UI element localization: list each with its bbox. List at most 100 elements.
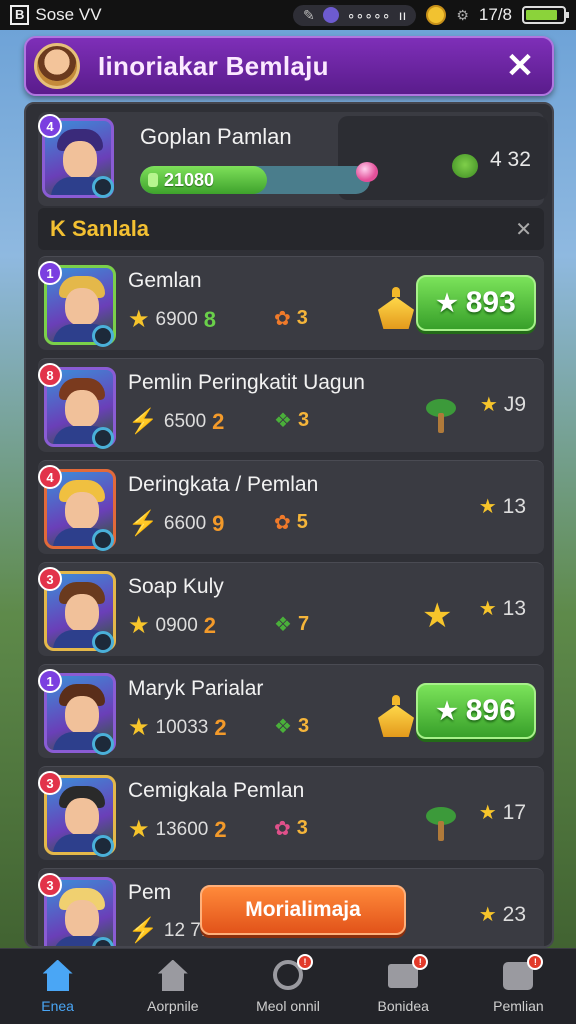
player-score: ★ 13 xyxy=(479,495,526,519)
list-icon: ! xyxy=(501,953,544,992)
leaderboard-row[interactable]: 8 Pemlin Peringkatit Uagun ⚡ 6500 2 ❖ 3 ★… xyxy=(38,358,544,452)
points-stat: ★ 0900 2 xyxy=(128,613,216,639)
player-name: Pemlin Peringkatit Uagun xyxy=(128,371,365,394)
my-progress-bar: 21080 xyxy=(140,166,370,194)
my-name: Goplan Pamlan xyxy=(140,124,292,149)
points-stat: ★ 13600 2 xyxy=(128,817,227,843)
level-value: 2 xyxy=(203,613,217,638)
tree-icon xyxy=(426,399,456,435)
avatar-face xyxy=(65,492,99,530)
avatar-face xyxy=(65,390,99,428)
status-box-icon: B xyxy=(10,5,30,25)
mute-icon: ✎ xyxy=(303,6,315,23)
rank-badge: 3 xyxy=(38,873,62,897)
star-icon: ★ xyxy=(478,904,497,926)
profile-avatar[interactable] xyxy=(34,43,80,89)
nav-item-list[interactable]: ! Pemlian xyxy=(461,949,576,1024)
star-icon: ★ xyxy=(436,289,458,317)
status-pill: ✎ ∘∘∘∘∘ ıı xyxy=(293,4,417,26)
rank-badge: 3 xyxy=(38,567,62,591)
gem-count: 3 xyxy=(297,409,310,431)
player-name: Pem xyxy=(128,881,172,904)
crown-icon xyxy=(378,287,414,331)
star-icon: ★ xyxy=(128,816,150,843)
level-value: 2 xyxy=(212,409,225,434)
nav-item-home[interactable]: Enea xyxy=(0,949,115,1024)
bottom-nav: Enea Aorpnile! Meol onnil! Bonidea! Peml… xyxy=(0,948,576,1024)
leaderboard-row[interactable]: 3 Soap Kuly ★ 0900 2 ❖ 7 ★ ★ 13 xyxy=(38,562,544,656)
settings-icon: ⚙ xyxy=(456,6,469,23)
claim-button[interactable]: ★ 896 xyxy=(416,683,536,739)
player-name: Deringkata / Pemlan xyxy=(128,473,319,496)
gem-stat: ❖ 7 xyxy=(274,613,309,636)
coin-icon xyxy=(426,5,447,25)
nav-label: Aorpnile xyxy=(147,997,199,1014)
gem-count: 3 xyxy=(297,715,310,737)
points-value: 6500 xyxy=(163,411,207,432)
my-rank-badge: 4 xyxy=(38,114,62,138)
my-progress-value: 21080 xyxy=(164,169,215,190)
status-time: 17/8 xyxy=(478,5,512,24)
gem-stat: ✿ 5 xyxy=(274,511,308,534)
leaderboard-row[interactable]: 3 Cemigkala Pemlan ★ 13600 2 ✿ 3 ★ 17 xyxy=(38,766,544,860)
star-icon: ★ xyxy=(128,612,150,639)
progress-dot-icon xyxy=(148,173,158,187)
points-value: 13600 xyxy=(155,819,209,840)
notification-badge: ! xyxy=(297,953,313,970)
nav-item-house[interactable]: Aorpnile xyxy=(115,949,230,1024)
player-score: ★ 23 xyxy=(479,903,526,927)
level-ring xyxy=(92,427,114,449)
close-button[interactable]: ✕ xyxy=(502,47,538,85)
leaderboard-row[interactable]: 1 Maryk Parialar ★ 10033 2 ❖ 3 ★ 896 xyxy=(38,664,544,758)
clock-icon: ! xyxy=(271,953,313,992)
tree-trunk xyxy=(438,413,444,433)
leaderboard-row[interactable]: 1 Gemlan ★ 6900 8 ✿ 3 ★ 893 xyxy=(38,256,544,350)
gem-stat: ✿ 3 xyxy=(274,817,308,840)
player-name: Soap Kuly xyxy=(128,575,224,598)
nav-item-clock[interactable]: ! Meol onnil xyxy=(230,949,345,1024)
avatar-face xyxy=(65,798,99,836)
avatar-face xyxy=(65,594,99,632)
action-button[interactable]: Morialimaja xyxy=(200,885,406,935)
crown-icon xyxy=(378,695,414,739)
rank-badge: 4 xyxy=(38,465,62,489)
leaf-icon: ❖ xyxy=(274,715,292,738)
avatar-face xyxy=(65,900,99,938)
leaderboard-header: Iinoriakar Bemlaju ✕ xyxy=(24,36,554,96)
flower-icon: ✿ xyxy=(274,307,291,330)
nav-label: Pemlian xyxy=(493,997,544,1014)
claim-value: 893 xyxy=(465,286,516,319)
flower-icon: ✿ xyxy=(274,511,291,534)
bolt-icon: ⚡ xyxy=(128,408,158,435)
gem-stat: ❖ 3 xyxy=(274,409,309,432)
leaderboard-row[interactable]: 4 Deringkata / Pemlan ⚡ 6600 9 ✿ 5 ★ 13 xyxy=(38,460,544,554)
gem-icon xyxy=(356,162,378,182)
page-title: Iinoriakar Bemlaju xyxy=(98,50,329,81)
my-level-ring xyxy=(92,176,114,198)
star-icon: ★ xyxy=(478,598,497,620)
home-icon xyxy=(41,959,75,992)
points-value: 0900 xyxy=(155,615,198,636)
score-value: J9 xyxy=(503,393,526,416)
claim-button[interactable]: ★ 893 xyxy=(416,275,536,331)
player-name: Maryk Parialar xyxy=(128,677,264,700)
leaderboard-row[interactable]: 3 Pem ⚡ 12 7.0 ★ 23 Morialimaja xyxy=(38,868,544,946)
signal-icon: ıı xyxy=(398,7,407,23)
gem-stat: ❖ 3 xyxy=(274,715,309,738)
points-stat: ★ 10033 2 xyxy=(128,715,227,741)
nav-label: Meol onnil xyxy=(256,997,320,1014)
notification-dot-icon xyxy=(322,7,339,23)
bolt-icon: ⚡ xyxy=(128,510,158,537)
star-icon: ★ xyxy=(478,496,497,518)
level-ring xyxy=(92,529,114,551)
mail-icon: ! xyxy=(386,953,429,992)
section-close-icon[interactable]: ✕ xyxy=(515,217,532,242)
nav-item-mail[interactable]: ! Bonidea xyxy=(346,949,461,1024)
star-icon: ★ xyxy=(436,697,458,725)
my-rank-card[interactable]: 4 Goplan Pamlan 21080 4 32 xyxy=(38,112,548,206)
tree-trunk xyxy=(438,821,444,841)
crown-cap xyxy=(392,695,400,705)
my-score: 4 32 xyxy=(490,148,531,171)
level-value: 2 xyxy=(214,817,227,842)
section-title: K Sanlala xyxy=(50,216,150,241)
